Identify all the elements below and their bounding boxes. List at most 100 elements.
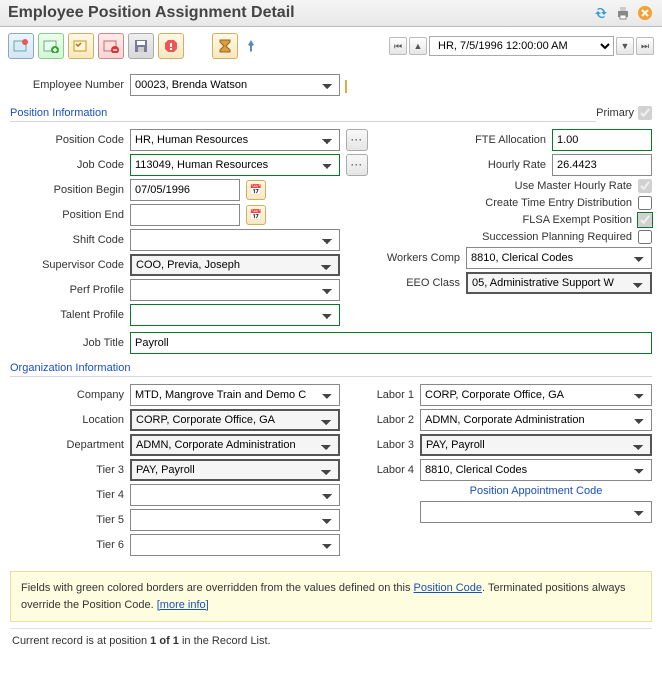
perf-profile-select[interactable]: [130, 279, 340, 301]
primary-label: Primary: [596, 107, 634, 119]
nav-first-icon[interactable]: ⏮: [389, 37, 407, 55]
job-code-label: Job Code: [10, 159, 130, 171]
record-navigator: ⏮ ▲ HR, 7/5/1996 12:00:00 AM ▼ ⏭: [389, 36, 654, 56]
use-master-hourly-checkbox[interactable]: [638, 179, 652, 193]
position-code-link[interactable]: Position Code: [414, 582, 483, 594]
position-begin-input[interactable]: [130, 179, 240, 201]
tool-add-icon[interactable]: [38, 33, 64, 59]
supervisor-code-label: Supervisor Code: [10, 259, 130, 271]
position-end-input[interactable]: [130, 204, 240, 226]
eeo-class-select[interactable]: 05, Administrative Support W: [466, 272, 652, 294]
position-end-label: Position End: [10, 209, 130, 221]
tier5-label: Tier 5: [10, 514, 130, 526]
pipe-icon: |: [344, 77, 348, 93]
primary-checkbox[interactable]: [638, 106, 652, 120]
talent-profile-select[interactable]: [130, 304, 340, 326]
tier5-select[interactable]: [130, 509, 340, 531]
create-time-entry-label: Create Time Entry Distribution: [485, 197, 632, 209]
job-code-select[interactable]: 113049, Human Resources: [130, 154, 340, 176]
position-left-col: Position Code HR, Human Resources ··· Jo…: [10, 126, 370, 329]
labor1-select[interactable]: CORP, Corporate Office, GA: [420, 384, 652, 406]
job-title-row: Job Title: [10, 332, 652, 354]
shift-code-label: Shift Code: [10, 234, 130, 246]
toolbar: ⏮ ▲ HR, 7/5/1996 12:00:00 AM ▼ ⏭: [0, 27, 662, 65]
tier4-label: Tier 4: [10, 489, 130, 501]
close-icon[interactable]: [636, 4, 654, 22]
labor2-select[interactable]: ADMN, Corporate Administration: [420, 409, 652, 431]
override-note: Fields with green colored borders are ov…: [10, 571, 652, 622]
form-body: Employee Number 00023, Brenda Watson | P…: [0, 65, 662, 663]
tool-save-icon[interactable]: [128, 33, 154, 59]
org-info-columns: CompanyMTD, Mangrove Train and Demo C Lo…: [10, 381, 652, 559]
flsa-exempt-label: FLSA Exempt Position: [523, 214, 632, 226]
tier6-label: Tier 6: [10, 539, 130, 551]
eeo-class-label: EEO Class: [380, 277, 466, 289]
tool-hourglass-icon[interactable]: [212, 33, 238, 59]
position-code-label: Position Code: [10, 134, 130, 146]
labor2-label: Labor 2: [360, 414, 420, 426]
job-title-label: Job Title: [10, 337, 130, 349]
org-right-col: Labor 1CORP, Corporate Office, GA Labor …: [360, 381, 652, 559]
use-master-hourly-label: Use Master Hourly Rate: [515, 180, 632, 192]
position-code-lookup-icon[interactable]: ···: [346, 129, 368, 151]
department-label: Department: [10, 439, 130, 451]
department-select[interactable]: ADMN, Corporate Administration: [130, 434, 340, 456]
position-right-col: FTE Allocation Hourly Rate Use Master Ho…: [380, 126, 652, 329]
location-label: Location: [10, 414, 130, 426]
succession-checkbox[interactable]: [638, 230, 652, 244]
flsa-exempt-checkbox[interactable]: [638, 213, 652, 227]
tier3-select[interactable]: PAY, Payroll: [130, 459, 340, 481]
fte-allocation-input[interactable]: [552, 129, 652, 151]
position-info-columns: Position Code HR, Human Resources ··· Jo…: [10, 126, 652, 329]
job-code-lookup-icon[interactable]: ···: [346, 154, 368, 176]
tier4-select[interactable]: [130, 484, 340, 506]
company-select[interactable]: MTD, Mangrove Train and Demo C: [130, 384, 340, 406]
perf-profile-label: Perf Profile: [10, 284, 130, 296]
location-select[interactable]: CORP, Corporate Office, GA: [130, 409, 340, 431]
position-appt-select[interactable]: [420, 501, 652, 523]
employee-number-row: Employee Number 00023, Brenda Watson |: [10, 74, 652, 96]
print-icon[interactable]: [614, 4, 632, 22]
record-footer: Current record is at position 1 of 1 in …: [10, 628, 652, 653]
position-begin-label: Position Begin: [10, 184, 130, 196]
nav-next-icon[interactable]: ▼: [616, 37, 634, 55]
labor1-label: Labor 1: [360, 389, 420, 401]
page-header: Employee Position Assignment Detail: [0, 0, 662, 27]
tool-pin-icon[interactable]: [242, 33, 260, 59]
succession-label: Succession Planning Required: [482, 231, 632, 243]
labor4-select[interactable]: 8810, Clerical Codes: [420, 459, 652, 481]
section-position-info: Position Information: [10, 107, 596, 122]
tool-remove-icon[interactable]: [98, 33, 124, 59]
shift-code-select[interactable]: [130, 229, 340, 251]
page-title: Employee Position Assignment Detail: [8, 4, 588, 22]
talent-profile-label: Talent Profile: [10, 309, 130, 321]
job-title-input[interactable]: [130, 332, 652, 354]
calendar-icon[interactable]: 📅: [246, 180, 266, 200]
workers-comp-select[interactable]: 8810, Clerical Codes: [466, 247, 652, 269]
position-appt-label: Position Appointment Code: [420, 485, 652, 497]
hourly-rate-input[interactable]: [552, 154, 652, 176]
section1-heading-row: Position Information Primary: [10, 99, 652, 126]
supervisor-code-select[interactable]: COO, Previa, Joseph: [130, 254, 340, 276]
tool-stop-icon[interactable]: [158, 33, 184, 59]
nav-record-select[interactable]: HR, 7/5/1996 12:00:00 AM: [429, 36, 614, 56]
footer-position: 1 of 1: [150, 635, 179, 647]
employee-number-select[interactable]: 00023, Brenda Watson: [130, 74, 340, 96]
hourly-rate-label: Hourly Rate: [380, 159, 552, 171]
labor3-label: Labor 3: [360, 439, 420, 451]
tool-new-icon[interactable]: [8, 33, 34, 59]
refresh-icon[interactable]: [592, 4, 610, 22]
tool-checklist-icon[interactable]: [68, 33, 94, 59]
company-label: Company: [10, 389, 130, 401]
nav-last-icon[interactable]: ⏭: [636, 37, 654, 55]
calendar-icon[interactable]: 📅: [246, 205, 266, 225]
create-time-entry-checkbox[interactable]: [638, 196, 652, 210]
section-org-info: Organization Information: [10, 362, 652, 377]
labor3-select[interactable]: PAY, Payroll: [420, 434, 652, 456]
nav-prev-icon[interactable]: ▲: [409, 37, 427, 55]
tier6-select[interactable]: [130, 534, 340, 556]
org-left-col: CompanyMTD, Mangrove Train and Demo C Lo…: [10, 381, 350, 559]
more-info-link[interactable]: [more info]: [157, 599, 209, 611]
labor4-label: Labor 4: [360, 464, 420, 476]
position-code-select[interactable]: HR, Human Resources: [130, 129, 340, 151]
